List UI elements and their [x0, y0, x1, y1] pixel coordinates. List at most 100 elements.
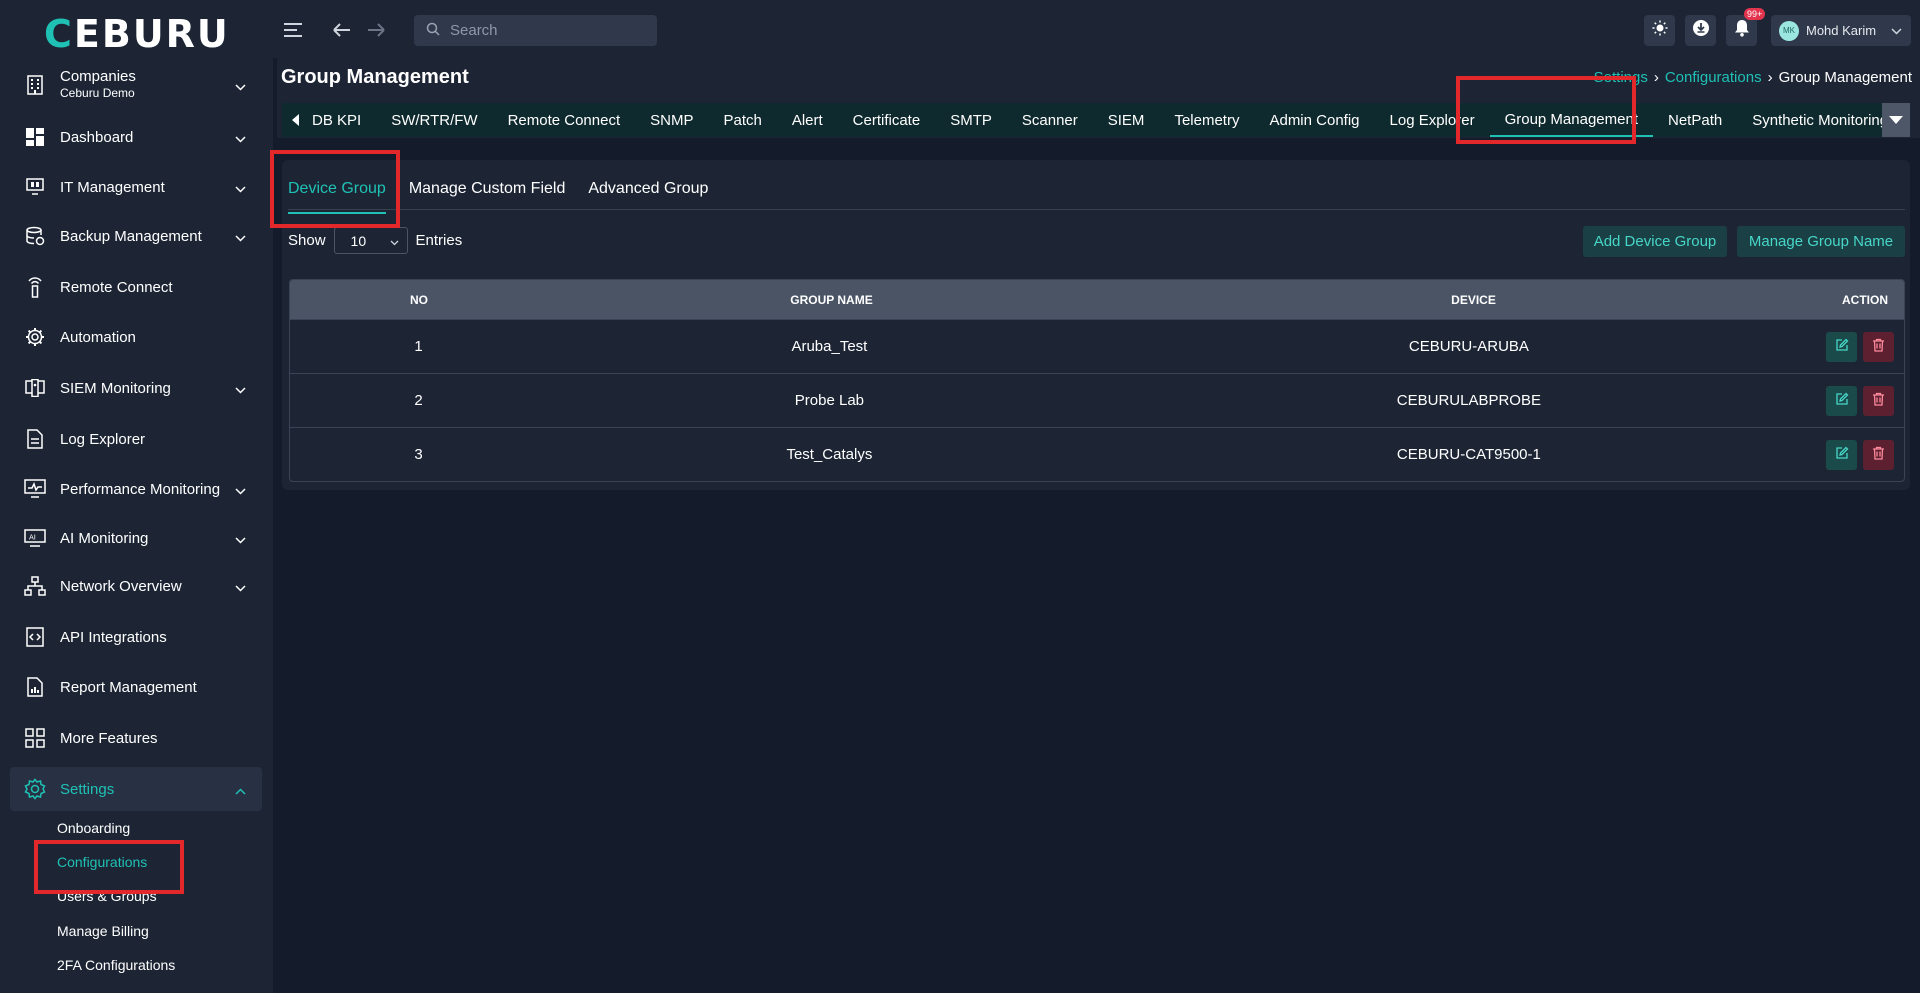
- chevron-down-icon: [235, 78, 246, 95]
- sidebar-subitem-manage-billing[interactable]: Manage Billing: [57, 923, 149, 939]
- tab-certificate[interactable]: Certificate: [838, 103, 936, 137]
- breadcrumb-settings[interactable]: Settings: [1594, 69, 1648, 86]
- sidebar-item-it-management[interactable]: IT Management: [10, 165, 262, 209]
- chevron-down-icon: [235, 482, 246, 499]
- breadcrumb: Settings › Configurations › Group Manage…: [1594, 69, 1912, 86]
- search-icon: [426, 22, 440, 40]
- cell-group-name: Test_Catalys: [786, 446, 873, 463]
- tabs-scroll-left-icon[interactable]: [282, 114, 310, 126]
- edit-icon: [1835, 392, 1849, 410]
- entries-select[interactable]: 10: [333, 227, 408, 254]
- search-box[interactable]: [414, 15, 657, 46]
- breadcrumb-separator: ›: [1653, 69, 1659, 86]
- sidebar-item-label: Remote Connect: [60, 278, 173, 296]
- tab-smtp[interactable]: SMTP: [935, 103, 1007, 137]
- table-header: NO GROUP NAME DEVICE ACTION: [290, 280, 1904, 319]
- sidebar-item-network-overview[interactable]: Network Overview: [10, 564, 262, 608]
- download-icon: [1692, 19, 1710, 42]
- cell-actions: [1826, 331, 1904, 362]
- sidebar-item-companies[interactable]: Companies Ceburu Demo: [10, 63, 262, 107]
- header-group-name[interactable]: GROUP NAME: [548, 293, 1115, 307]
- tab-remote-connect[interactable]: Remote Connect: [493, 103, 636, 137]
- cell-actions: [1826, 385, 1904, 416]
- tab-group-management[interactable]: Group Management: [1489, 103, 1653, 137]
- breadcrumb-current: Group Management: [1778, 69, 1912, 86]
- sidebar-item-remote-connect[interactable]: Remote Connect: [10, 265, 262, 309]
- report-icon: [24, 676, 46, 698]
- api-icon: [24, 626, 46, 648]
- sidebar-item-automation[interactable]: Automation: [10, 315, 262, 359]
- tab-snmp[interactable]: SNMP: [635, 103, 708, 137]
- chevron-down-icon: [235, 531, 246, 548]
- sidebar-subitem-users-groups[interactable]: Users & Groups: [57, 888, 157, 904]
- search-input[interactable]: [450, 22, 640, 39]
- delete-button[interactable]: [1863, 331, 1894, 362]
- document-icon: [24, 428, 46, 450]
- sidebar-item-label: SIEM Monitoring: [60, 379, 171, 397]
- header-action: ACTION: [1842, 292, 1888, 307]
- sidebar-item-label: Dashboard: [60, 128, 134, 146]
- tab-netpath[interactable]: NetPath: [1653, 103, 1737, 137]
- siem-icon: [24, 377, 46, 399]
- ceburu-logo[interactable]: CEBURU: [44, 12, 230, 56]
- edit-button[interactable]: [1826, 439, 1857, 470]
- tab-siem[interactable]: SIEM: [1093, 103, 1160, 137]
- config-tabs: DB KPI SW/RTR/FW Remote Connect SNMP Pat…: [282, 103, 1910, 137]
- sidebar-item-label: More Features: [60, 729, 158, 747]
- sun-icon: [1652, 20, 1668, 41]
- sidebar-item-settings[interactable]: Settings: [10, 767, 262, 811]
- edit-button[interactable]: [1826, 385, 1857, 416]
- user-menu[interactable]: MK Mohd Karim: [1771, 15, 1911, 46]
- edit-icon: [1835, 338, 1849, 356]
- cell-no: 2: [414, 392, 423, 409]
- remote-icon: [24, 276, 46, 298]
- settings-gear-icon: [24, 778, 46, 800]
- sidebar-item-more-features[interactable]: More Features: [10, 716, 262, 760]
- entries-control: Show 10 Entries: [288, 227, 462, 254]
- theme-toggle-button[interactable]: [1644, 15, 1675, 46]
- sidebar-subitem-onboarding[interactable]: Onboarding: [57, 820, 130, 836]
- sidebar-item-api-integrations[interactable]: API Integrations: [10, 615, 262, 659]
- sidebar-item-performance-monitoring[interactable]: Performance Monitoring: [10, 467, 262, 511]
- tab-db-kpi[interactable]: DB KPI: [310, 103, 376, 137]
- sidebar-item-label: Performance Monitoring: [60, 480, 221, 498]
- entries-label: Entries: [415, 232, 463, 249]
- chevron-down-icon: [235, 180, 246, 197]
- sidebar-subitem-2fa-configurations[interactable]: 2FA Configurations: [57, 957, 175, 973]
- tab-patch[interactable]: Patch: [708, 103, 776, 137]
- sidebar-item-report-management[interactable]: Report Management: [10, 665, 262, 709]
- sidebar-item-siem-monitoring[interactable]: SIEM Monitoring: [10, 366, 262, 410]
- tab-log-explorer[interactable]: Log Explorer: [1375, 103, 1490, 137]
- sidebar-item-log-explorer[interactable]: Log Explorer: [10, 417, 262, 461]
- delete-button[interactable]: [1863, 385, 1894, 416]
- add-device-group-button[interactable]: Add Device Group: [1583, 226, 1727, 257]
- sidebar-subitem-configurations[interactable]: Configurations: [57, 854, 147, 870]
- tab-alert[interactable]: Alert: [777, 103, 838, 137]
- manage-group-name-button[interactable]: Manage Group Name: [1737, 226, 1905, 257]
- delete-button[interactable]: [1863, 439, 1894, 470]
- sidebar-item-label: Report Management: [60, 678, 197, 696]
- edit-button[interactable]: [1826, 331, 1857, 362]
- sidebar-item-label: Backup Management: [60, 227, 202, 245]
- divider: [288, 209, 1905, 210]
- sidebar-item-backup-management[interactable]: Backup Management: [10, 214, 262, 258]
- tab-sw-rtr-fw[interactable]: SW/RTR/FW: [376, 103, 492, 137]
- tab-admin-config[interactable]: Admin Config: [1254, 103, 1374, 137]
- download-button[interactable]: [1685, 15, 1716, 46]
- menu-toggle-icon[interactable]: [282, 18, 306, 42]
- forward-arrow-icon[interactable]: [364, 18, 388, 42]
- tab-telemetry[interactable]: Telemetry: [1159, 103, 1254, 137]
- it-management-icon: [24, 176, 46, 198]
- user-name: Mohd Karim: [1806, 23, 1877, 38]
- tab-synthetic-monitoring[interactable]: Synthetic Monitoring: [1737, 103, 1903, 137]
- chevron-down-icon: [235, 130, 246, 147]
- tab-scanner[interactable]: Scanner: [1007, 103, 1093, 137]
- header-no[interactable]: NO: [290, 293, 548, 307]
- sidebar-item-ai-monitoring[interactable]: AI AI Monitoring: [10, 516, 262, 560]
- tabs-more-caret-down-icon[interactable]: [1882, 103, 1910, 137]
- table-row: 3 Test_Catalys CEBURU-CAT9500-1: [290, 427, 1904, 481]
- sidebar-item-dashboard[interactable]: Dashboard: [10, 115, 262, 159]
- breadcrumb-configurations[interactable]: Configurations: [1665, 69, 1762, 86]
- back-arrow-icon[interactable]: [330, 18, 354, 42]
- header-device[interactable]: DEVICE: [1115, 293, 1832, 307]
